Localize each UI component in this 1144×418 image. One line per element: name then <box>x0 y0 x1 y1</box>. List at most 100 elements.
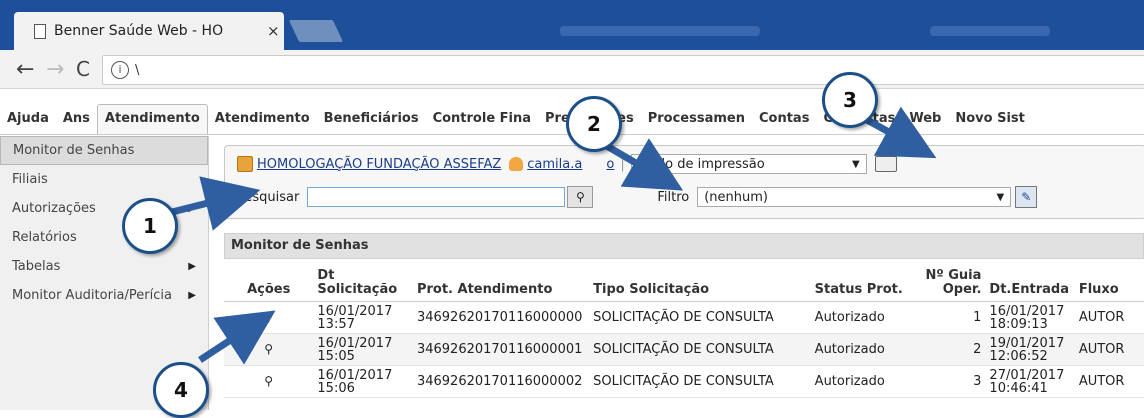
chevron-down-icon: ▼ <box>852 158 860 170</box>
browser-tab-strip: Benner Saúde Web - HO × <box>0 0 1144 50</box>
table-cell: SOLICITAÇÃO DE CONSULTA <box>589 365 811 398</box>
new-tab-button[interactable] <box>288 20 344 42</box>
search-input[interactable] <box>307 187 566 207</box>
page-icon <box>34 23 46 39</box>
filter-select[interactable]: (nenhum) ▼ <box>697 187 1012 207</box>
magnifier-icon[interactable]: ⚲ <box>264 342 273 356</box>
sidebar-item-label: Relatórios <box>12 230 77 245</box>
table-cell: 2 <box>910 333 986 366</box>
table-cell: 27/01/2017 10:46:41 <box>985 365 1075 398</box>
grid-title: Monitor de Senhas <box>224 233 1144 259</box>
edit-icon[interactable]: ✎ <box>1015 186 1038 208</box>
separator: | <box>620 156 625 172</box>
table-cell: 34692620170116000001 <box>412 333 590 366</box>
search-label: Pesquisar <box>237 189 300 205</box>
column-header[interactable]: Fluxo <box>1074 259 1144 302</box>
table-cell: ⚲ <box>224 365 314 398</box>
search-icon[interactable]: ⚲ <box>567 186 594 208</box>
table-cell: SOLICITAÇÃO DE CONSULTA <box>589 333 811 366</box>
table-cell: 34692620170116000002 <box>412 365 590 398</box>
menu-item[interactable]: Web <box>902 111 948 134</box>
table-cell: 34692620170116000000 <box>412 301 590 334</box>
table-row[interactable]: ⚲ 16/01/2017 15:05 34692620170116000001 SOL… <box>224 333 1144 366</box>
sidebar-item-label: Filiais <box>12 172 48 187</box>
table-cell: ⚲ <box>224 333 314 366</box>
address-bar: ← → C i \ <box>0 50 1144 89</box>
results-table: Ações Dt Solicitação Prot. Atendimento Tipo… <box>224 259 1144 398</box>
menu-item[interactable]: Novo Sist <box>948 111 1032 134</box>
tab-close-icon[interactable]: × <box>267 22 280 40</box>
table-header-row: Ações Dt Solicitação Prot. Atendimento Tipo… <box>224 259 1144 302</box>
column-header[interactable]: Ações <box>224 259 314 302</box>
back-arrow-icon[interactable]: ← <box>16 57 34 82</box>
sidebar-item-label: Monitor Auditoria/Perícia <box>12 288 172 303</box>
user-link[interactable]: camila.a o <box>527 157 614 172</box>
column-header[interactable]: Dt Solicitação <box>313 259 413 302</box>
sidebar-item-label: Autorizações <box>12 201 96 216</box>
printer-icon[interactable] <box>874 156 897 172</box>
monitor-grid: Monitor de Senhas Ações Dt Solicitação Pro… <box>224 233 1144 410</box>
url-field[interactable]: i \ <box>102 55 1144 85</box>
column-header[interactable]: Tipo Solicitação <box>589 259 811 302</box>
tab-title: Benner Saúde Web - HO <box>54 23 224 39</box>
toolbar-panel: HOMOLOGAÇÃO FUNDAÇÃO ASSEFAZ camila.a o |… <box>224 145 1144 219</box>
reload-icon[interactable]: C <box>76 57 90 81</box>
menu-item[interactable]: Controle Fina <box>426 111 538 134</box>
table-cell: AUTOR <box>1074 301 1144 334</box>
menu-item[interactable]: Beneficiários <box>317 111 426 134</box>
table-cell: 1 <box>910 301 986 334</box>
user-icon <box>509 157 524 171</box>
filter-label: Filtro <box>657 189 690 205</box>
forward-arrow-icon[interactable]: → <box>46 57 64 82</box>
table-cell: 16/01/2017 18:09:13 <box>985 301 1075 334</box>
menu-item[interactable]: Contas <box>752 111 816 134</box>
table-cell: AUTOR <box>1074 365 1144 398</box>
menu-item[interactable]: Ans <box>56 111 97 134</box>
print-mode-value: Modo de impressão <box>637 156 765 172</box>
column-header[interactable]: Nº Guia Oper. <box>910 259 986 302</box>
table-cell: 16/01/2017 15:06 <box>313 365 413 398</box>
callout-2: 2 <box>566 96 622 152</box>
table-cell: SOLICITAÇÃO DE CONSULTA <box>589 301 811 334</box>
sidebar-item-label: Monitor de Senhas <box>13 143 135 158</box>
chevron-down-icon: ▼ <box>996 191 1005 203</box>
filter-value: (nenhum) <box>704 189 768 205</box>
sidebar-item[interactable]: Filiais <box>0 165 208 194</box>
sidebar-item[interactable]: Tabelas ▶ <box>0 252 208 281</box>
menu-item[interactable]: Processamen <box>641 111 752 134</box>
menu-item[interactable]: Atendimento <box>96 104 208 134</box>
table-cell: Autorizado <box>810 301 911 334</box>
window-title-blur <box>560 26 760 36</box>
column-header[interactable]: Status Prot. <box>810 259 911 302</box>
table-row[interactable]: ⚲ 16/01/2017 15:06 34692620170116000002 SOL… <box>224 365 1144 398</box>
chevron-right-icon: ▶ <box>188 290 196 301</box>
table-cell: 16/01/2017 13:57 <box>313 301 413 334</box>
table-cell: 19/01/2017 12:06:52 <box>985 333 1075 366</box>
table-cell: 16/01/2017 15:05 <box>313 333 413 366</box>
company-link[interactable]: HOMOLOGAÇÃO FUNDAÇÃO ASSEFAZ <box>257 157 501 172</box>
magnifier-icon[interactable]: ⚲ <box>264 310 273 324</box>
table-row[interactable]: ⚲ 16/01/2017 13:57 34692620170116000000 SOL… <box>224 301 1144 334</box>
url-text: \ <box>135 62 140 78</box>
print-mode-select[interactable]: Modo de impressão ▼ <box>630 154 867 174</box>
column-header[interactable]: Dt.Entrada <box>985 259 1075 302</box>
package-icon <box>237 156 253 172</box>
menu-item[interactable]: Atendimento <box>208 111 317 134</box>
info-icon[interactable]: i <box>111 61 129 79</box>
sidebar-item[interactable]: Monitor Auditoria/Perícia ▶ <box>0 281 208 310</box>
table-cell: 3 <box>910 365 986 398</box>
sidebar-item-label: Tabelas <box>12 259 61 274</box>
window-title-blur-2 <box>930 26 1050 36</box>
browser-tab[interactable]: Benner Saúde Web - HO × <box>14 12 284 50</box>
table-cell: Autorizado <box>810 333 911 366</box>
magnifier-icon[interactable]: ⚲ <box>264 374 273 388</box>
table-cell: AUTOR <box>1074 333 1144 366</box>
sidebar-item[interactable]: Monitor de Senhas <box>0 136 208 165</box>
table-cell: ⚲ <box>224 301 314 334</box>
chevron-right-icon: ▶ <box>188 203 196 214</box>
menu-item[interactable]: Ajuda <box>0 111 56 134</box>
column-header[interactable]: Prot. Atendimento <box>412 259 590 302</box>
table-cell: Autorizado <box>810 365 911 398</box>
callout-3: 3 <box>822 72 878 128</box>
chevron-right-icon: ▶ <box>188 261 196 272</box>
